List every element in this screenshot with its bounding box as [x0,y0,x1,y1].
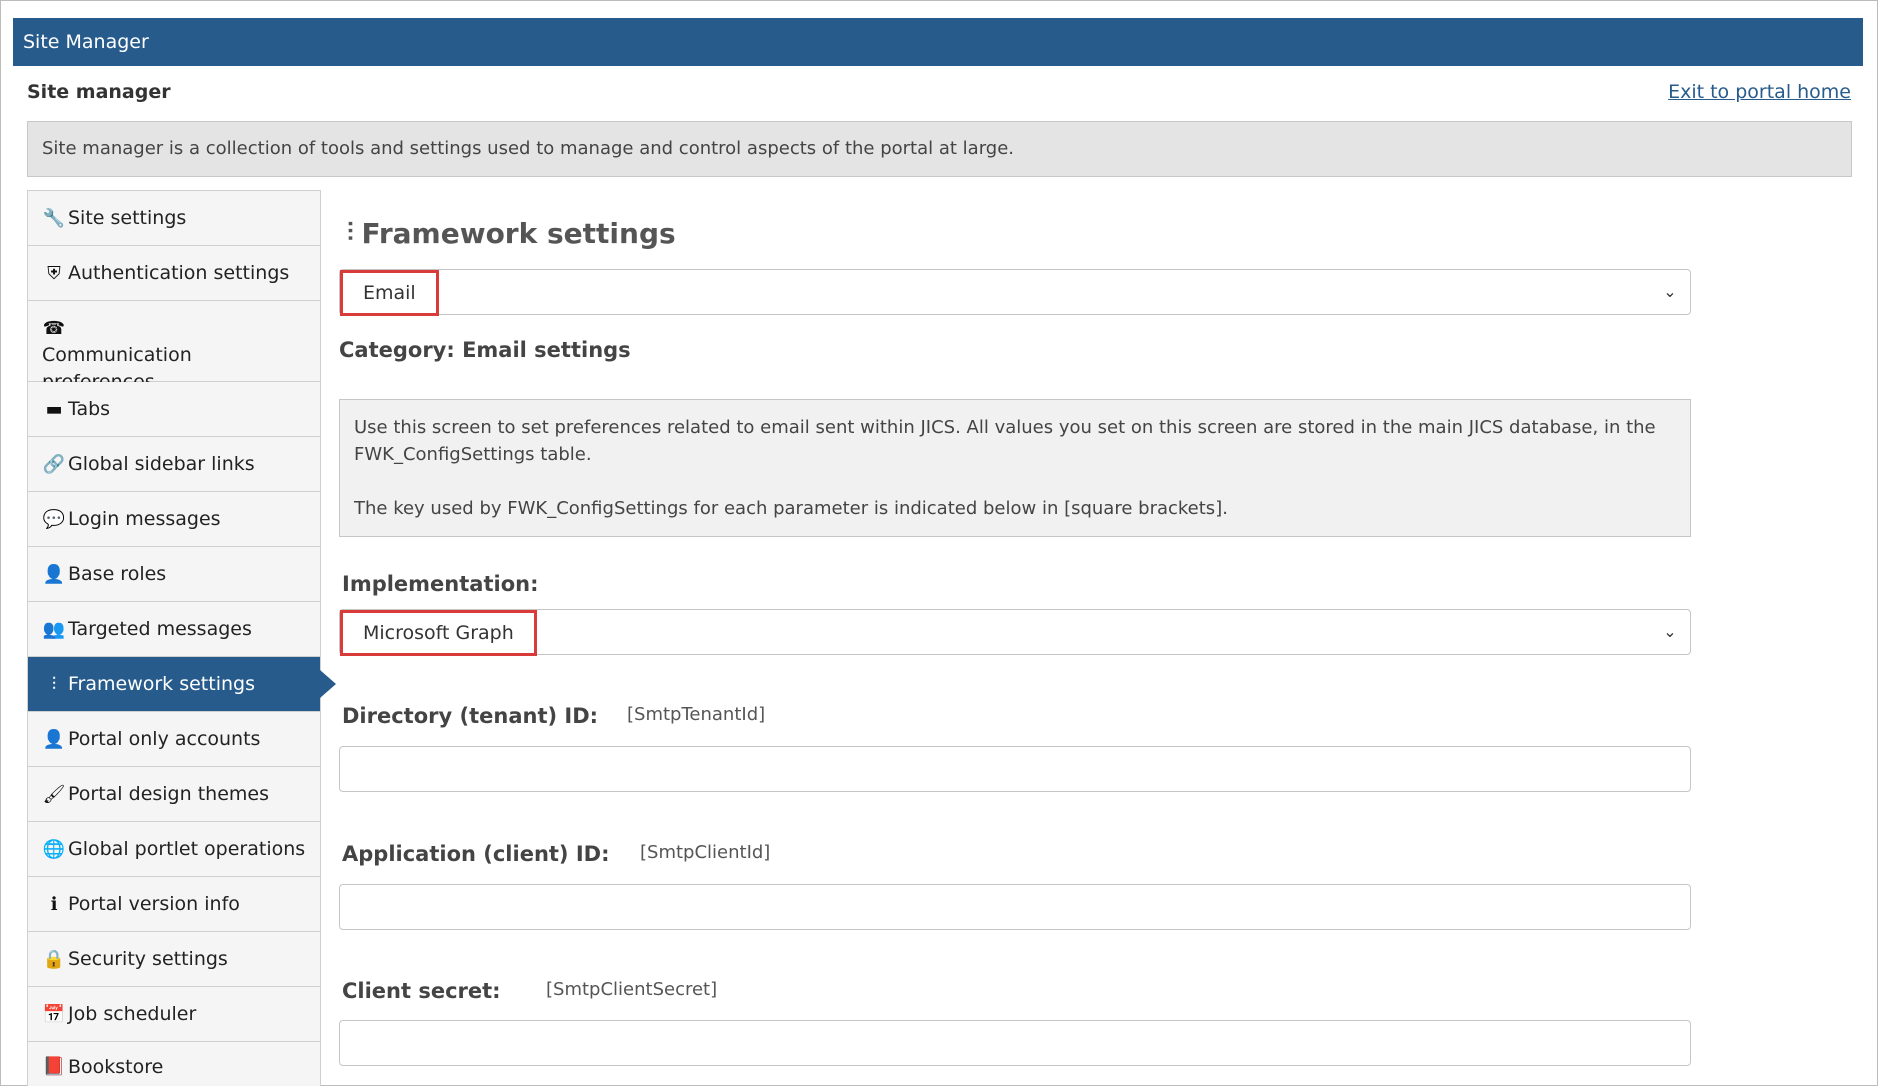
category-select-value: Email [340,270,439,316]
sidebar-item-framework-settings[interactable]: ⫶ Framework settings [28,657,320,712]
client-id-key: [SmtpClientId] [640,842,771,863]
sidebar-item-label: Portal only accounts [68,728,261,750]
sidebar-item-label: Security settings [68,948,228,970]
sidebar-item-communication-preferences[interactable]: ☎Communication preferences [28,301,320,393]
sidebar-item-label: Framework settings [68,673,255,695]
sidebar-item-label: Global sidebar links [68,453,255,475]
intro-banner: Site manager is a collection of tools an… [27,121,1852,177]
globe-icon: 🌐 [42,838,66,860]
window-title-bar: Site Manager [13,18,1863,66]
info-note-paragraph: Use this screen to set preferences relat… [354,417,1656,465]
sidebar-item-portal-design-themes[interactable]: 🖌 Portal design themes [28,767,320,822]
lock-icon: 🔒 [42,948,66,970]
sidebar-item-label: Job scheduler [68,1003,197,1025]
exit-portal-link[interactable]: Exit to portal home [1668,81,1851,103]
sidebar-item-global-portlet-operations[interactable]: 🌐 Global portlet operations [28,822,320,877]
client-secret-input[interactable] [339,1020,1691,1066]
sidebar-item-label: Site settings [68,207,187,229]
brush-icon: 🖌 [42,783,66,805]
sidebar-item-label: Authentication settings [68,262,290,284]
chevron-down-icon: ⌄ [1663,622,1677,641]
sidebar-item-bookstore[interactable]: 📕 Bookstore [28,1042,320,1086]
category-select[interactable]: Email ⌄ [339,269,1691,316]
sidebar-nav: 🔧 Site settings ⛨ Authentication setting… [27,190,321,1086]
page-title-text: Framework settings [361,217,676,250]
sidebar-item-label: Bookstore [68,1055,164,1078]
sidebar-item-authentication-settings[interactable]: ⛨ Authentication settings [28,246,320,301]
sidebar-item-job-scheduler[interactable]: 📅 Job scheduler [28,987,320,1042]
shield-icon: ⛨ [47,262,61,284]
page-subtitle: Site manager [27,81,171,103]
implementation-label: Implementation: [342,572,539,596]
sidebar-item-targeted-messages[interactable]: 👥 Targeted messages [28,602,320,657]
book-icon: 📕 [42,1056,66,1077]
client-id-input[interactable] [339,884,1691,930]
page-title: ⫶ Framework settings [347,217,676,250]
implementation-select[interactable]: Microsoft Graph ⌄ [339,609,1691,656]
site-manager-window: Site Manager Site manager Exit to portal… [0,0,1878,1086]
chevron-down-icon: ⌄ [1663,282,1677,301]
client-secret-key: [SmtpClientSecret] [546,979,718,1000]
client-secret-label: Client secret: [342,979,501,1003]
info-note-paragraph: The key used by FWK_ConfigSettings for e… [354,498,1228,519]
sidebar-item-login-messages[interactable]: 💬 Login messages [28,492,320,547]
sidebar-item-tabs[interactable]: ▬ Tabs [28,382,320,437]
wrench-icon: 🔧 [42,207,66,229]
sidebar-item-label: Tabs [68,398,111,420]
sliders-icon: ⫶ [51,673,57,695]
folder-icon: ▬ [45,398,63,420]
sidebar-item-site-settings[interactable]: 🔧 Site settings [28,191,320,246]
sidebar-item-label: Portal design themes [68,783,269,805]
sidebar-item-label: Targeted messages [68,618,252,640]
sidebar-item-security-settings[interactable]: 🔒 Security settings [28,932,320,987]
category-heading: Category: Email settings [339,338,631,362]
calendar-icon: 📅 [42,1003,66,1025]
sidebar-item-label: Base roles [68,563,167,585]
client-id-label: Application (client) ID: [342,842,610,866]
sidebar-item-base-roles[interactable]: 👤 Base roles [28,547,320,602]
sidebar-item-label: Portal version info [68,893,240,915]
sidebar-item-label: Global portlet operations [68,838,306,860]
users-icon: 👥 [42,618,66,640]
comment-icon: 💬 [42,508,66,530]
sliders-icon: ⫶ [347,218,354,248]
phone-icon: ☎ [42,318,66,339]
user-key-icon: 👤 [42,728,66,750]
info-note: Use this screen to set preferences relat… [339,399,1691,537]
tenant-id-input[interactable] [339,746,1691,792]
info-icon: ℹ [50,893,58,915]
implementation-select-value: Microsoft Graph [340,610,537,656]
link-icon: 🔗 [42,453,66,475]
sidebar-item-global-sidebar-links[interactable]: 🔗 Global sidebar links [28,437,320,492]
tenant-id-label: Directory (tenant) ID: [342,704,599,728]
sidebar-item-portal-version-info[interactable]: ℹ Portal version info [28,877,320,932]
user-icon: 👤 [42,563,66,585]
tenant-id-key: [SmtpTenantId] [627,704,766,725]
sidebar-item-label: Login messages [68,508,221,530]
sidebar-item-portal-only-accounts[interactable]: 👤 Portal only accounts [28,712,320,767]
